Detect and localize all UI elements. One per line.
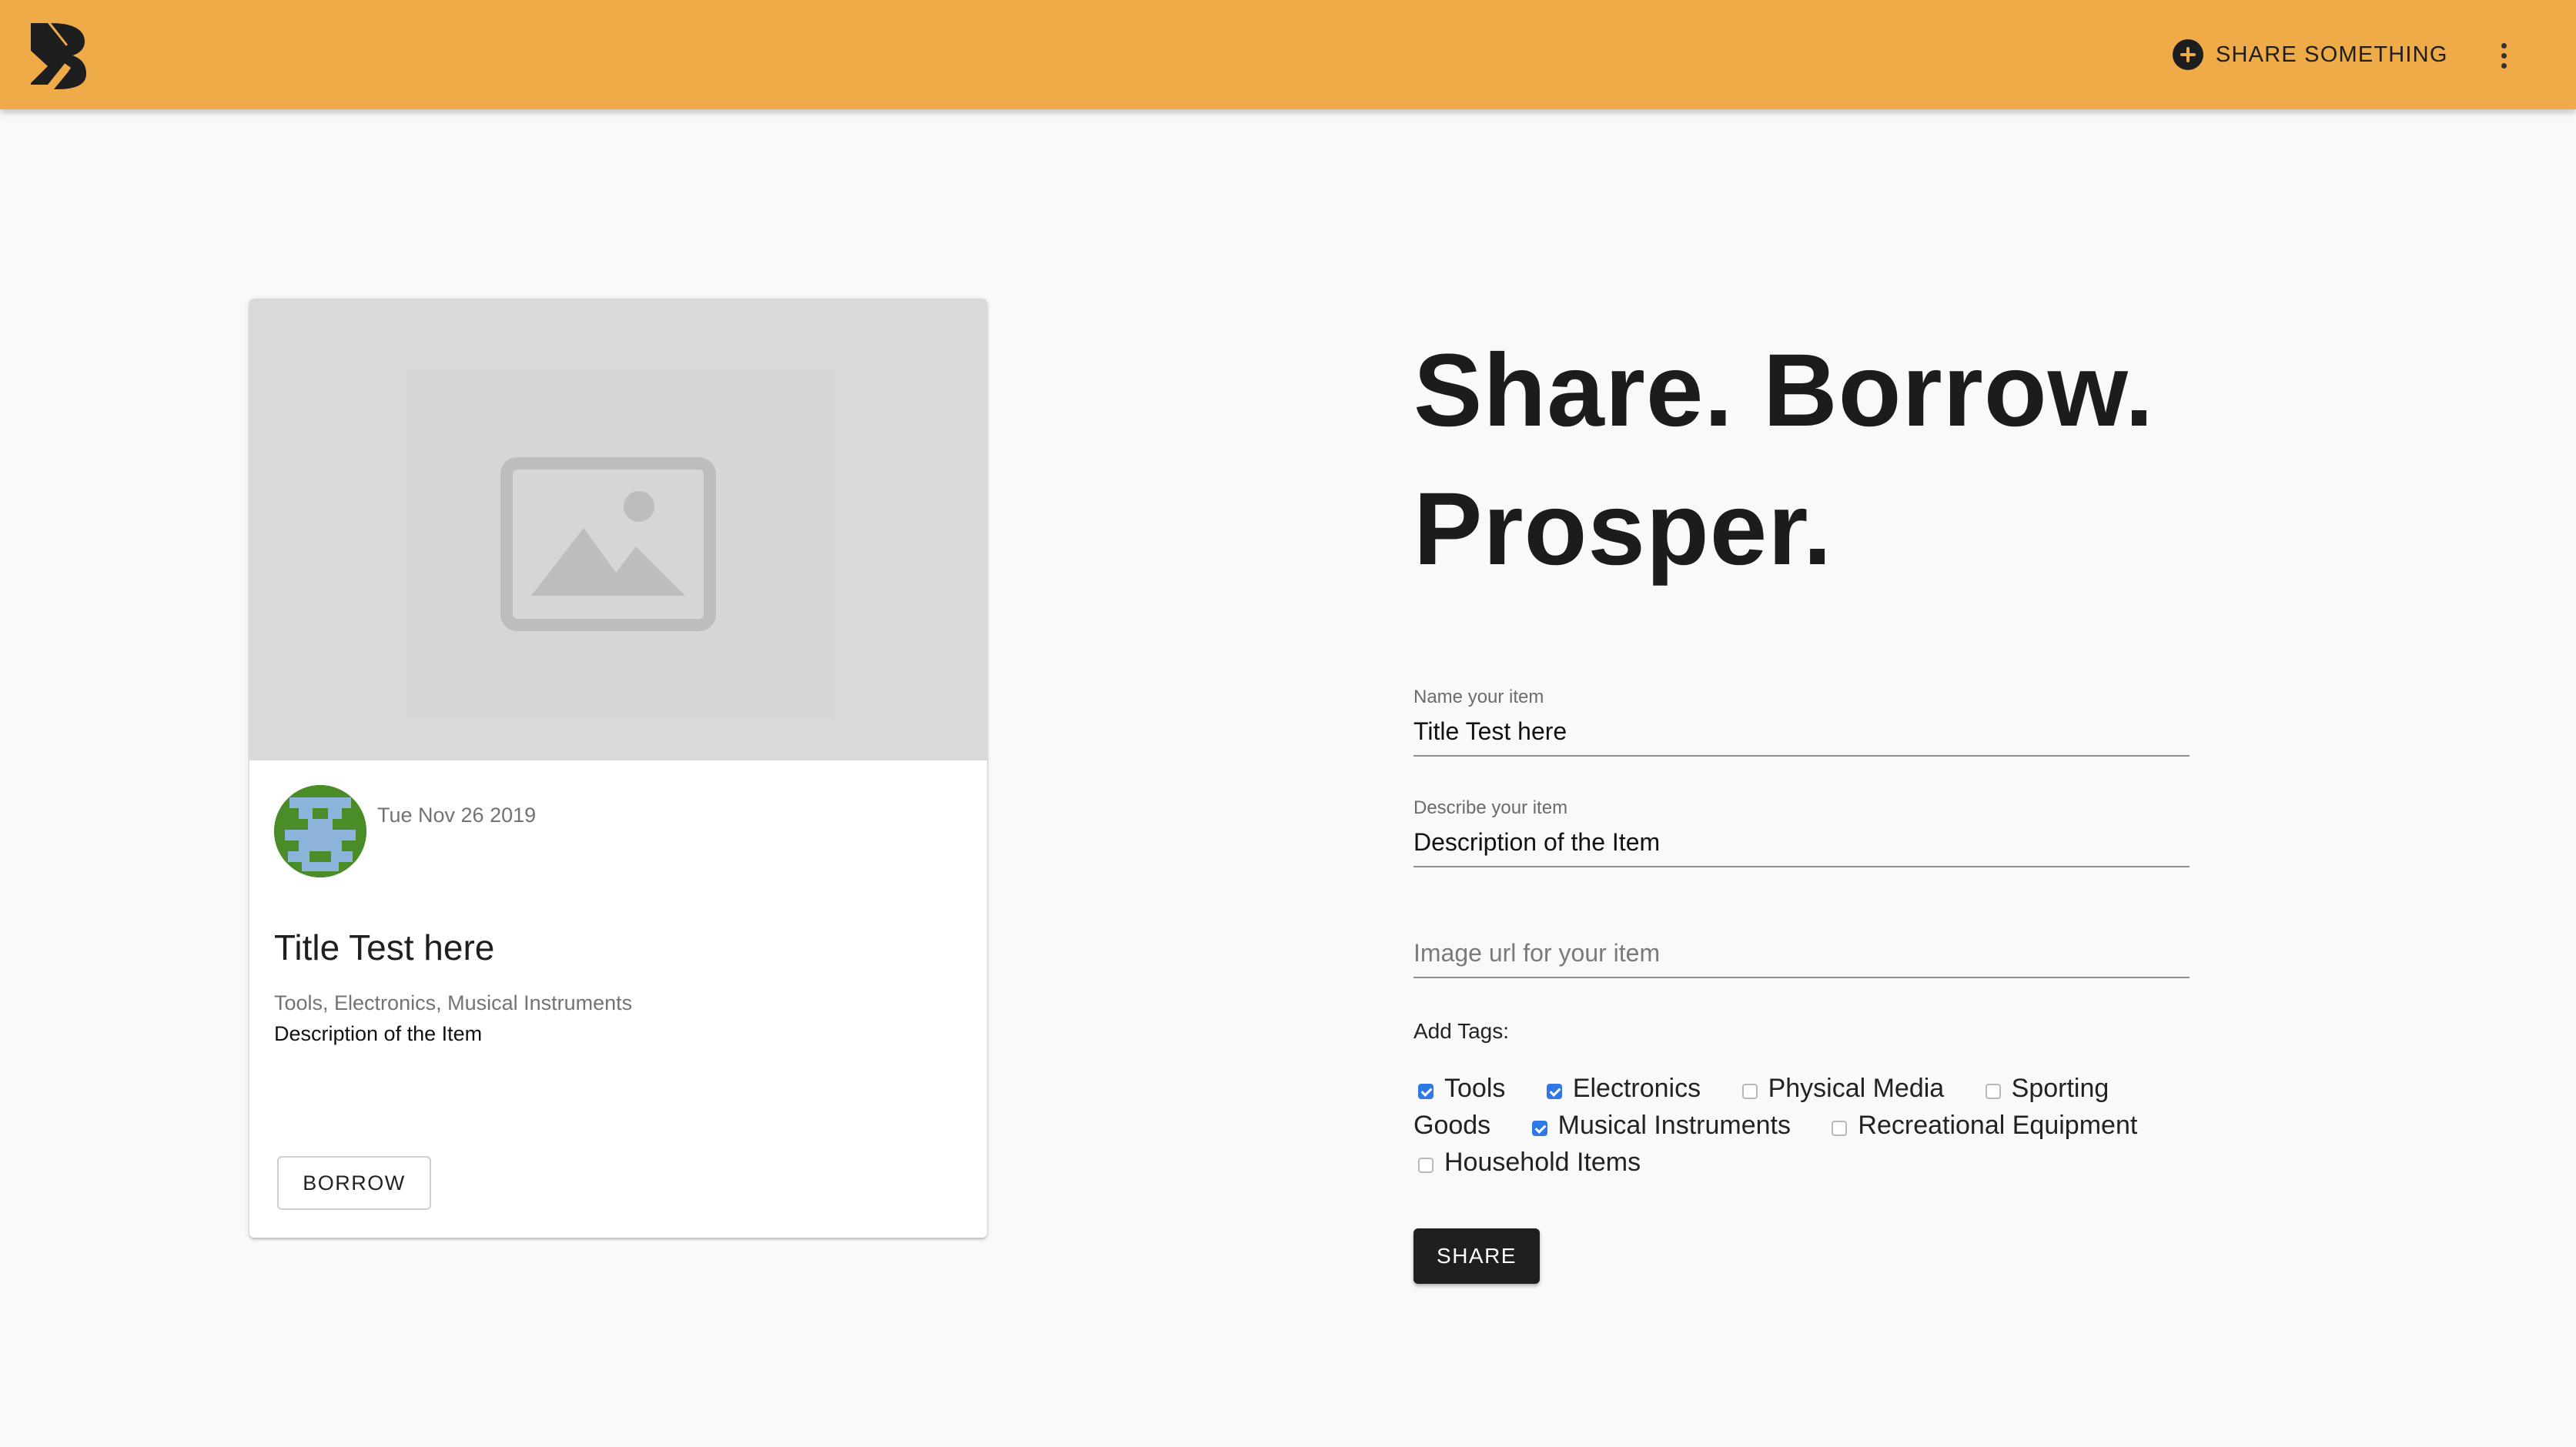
tag-tools[interactable]: Tools xyxy=(1413,1074,1505,1103)
describe-field-label: Describe your item xyxy=(1413,797,1568,818)
page-headline: Share. Borrow. Prosper. xyxy=(1413,322,2260,599)
item-tags: Tools, Electronics, Musical Instruments xyxy=(274,991,633,1014)
item-preview-card xyxy=(249,299,987,1238)
name-field-label: Name your item xyxy=(1413,687,1544,707)
image-placeholder-icon xyxy=(500,457,716,631)
boomtown-logo-icon[interactable] xyxy=(25,18,89,91)
image-url-input[interactable] xyxy=(1413,939,2190,978)
tag-label: Physical Media xyxy=(1768,1074,1945,1103)
app-bar: SHARE SOMETHING xyxy=(0,0,2576,109)
owner-avatar xyxy=(274,785,366,877)
item-date: Tue Nov 26 2019 xyxy=(377,804,537,827)
share-something-button[interactable]: SHARE SOMETHING xyxy=(2173,35,2448,74)
tag-label: Electronics xyxy=(1572,1074,1701,1103)
share-button[interactable]: SHARE xyxy=(1413,1228,1540,1284)
item-title: Title Test here xyxy=(274,927,495,967)
more-vert-icon[interactable] xyxy=(2488,38,2519,72)
tag-recreational-equipment[interactable]: Recreational Equipment xyxy=(1827,1111,2137,1140)
add-tags-label: Add Tags: xyxy=(1413,1019,1510,1043)
headline-line-1: Share. Borrow. xyxy=(1413,333,2155,448)
checkbox-checked-icon[interactable] xyxy=(1531,1121,1547,1136)
checkbox-unchecked-icon[interactable] xyxy=(1418,1158,1434,1173)
tag-label: Household Items xyxy=(1444,1148,1641,1177)
headline-line-2: Prosper. xyxy=(1413,472,1833,586)
checkbox-checked-icon[interactable] xyxy=(1418,1084,1434,1099)
checkbox-checked-icon[interactable] xyxy=(1546,1084,1562,1099)
name-field: Name your item xyxy=(1413,687,2190,757)
name-input[interactable] xyxy=(1413,717,2190,757)
describe-field: Describe your item xyxy=(1413,797,2190,867)
add-circle-icon xyxy=(2173,39,2203,70)
share-something-label: SHARE SOMETHING xyxy=(2216,42,2448,67)
borrow-button[interactable]: BORROW xyxy=(277,1156,431,1210)
checkbox-unchecked-icon[interactable] xyxy=(1985,1084,2001,1099)
description-input[interactable] xyxy=(1413,828,2190,867)
checkbox-unchecked-icon[interactable] xyxy=(1832,1121,1848,1136)
tag-electronics[interactable]: Electronics xyxy=(1542,1074,1701,1103)
tag-label: Musical Instruments xyxy=(1557,1111,1791,1140)
tag-physical-media[interactable]: Physical Media xyxy=(1738,1074,1945,1103)
checkbox-unchecked-icon[interactable] xyxy=(1741,1084,1758,1099)
tag-checkbox-group: Tools Electronics Physical Media Sportin… xyxy=(1413,1070,2183,1181)
tag-musical-instruments[interactable]: Musical Instruments xyxy=(1527,1111,1791,1140)
tag-label: Tools xyxy=(1444,1074,1506,1103)
item-image xyxy=(249,299,987,760)
tag-household-items[interactable]: Household Items xyxy=(1413,1148,1641,1177)
image-url-field xyxy=(1413,908,2190,978)
item-description: Description of the Item xyxy=(274,1022,483,1045)
tag-label: Recreational Equipment xyxy=(1858,1111,2138,1140)
